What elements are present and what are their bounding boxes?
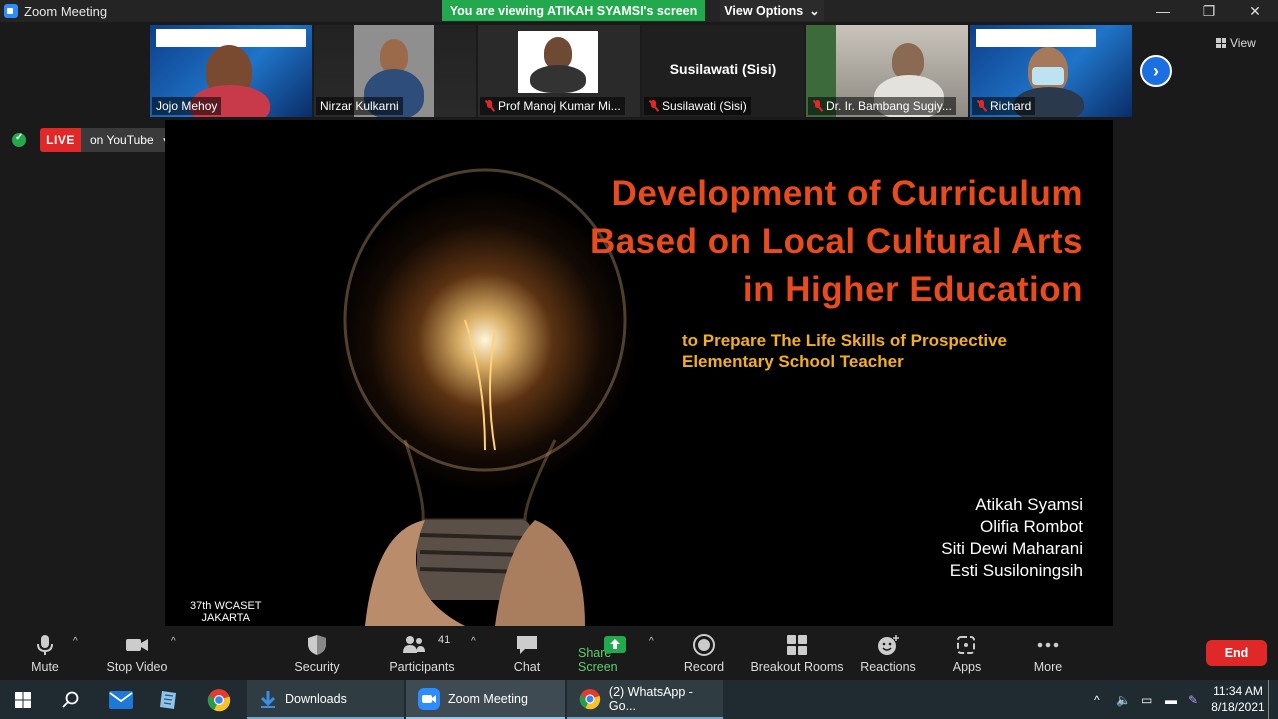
- minimize-icon[interactable]: —: [1140, 0, 1186, 22]
- pen-icon[interactable]: ✎: [1188, 680, 1208, 719]
- chat-bubble-icon: [517, 636, 537, 654]
- breakout-rooms-icon: [787, 635, 807, 655]
- share-screen-icon: [604, 636, 626, 653]
- mic-muted-icon: [976, 100, 987, 112]
- speaker-icon[interactable]: 🔈: [1116, 680, 1136, 719]
- search-icon[interactable]: [48, 680, 94, 719]
- view-button[interactable]: View: [1216, 33, 1270, 53]
- next-page-arrow-icon[interactable]: ›: [1140, 55, 1172, 87]
- zoom-app-icon: [418, 687, 440, 710]
- network-icon[interactable]: ▭: [1141, 680, 1161, 719]
- shared-screen: Development of Curriculum Based on Local…: [165, 120, 1113, 626]
- participant-strip: Jojo Mehoy Nirzar Kulkarni Prof Manoj Ku…: [150, 25, 1132, 117]
- slide-title: Development of Curriculum Based on Local…: [589, 174, 1083, 309]
- breakout-rooms-button[interactable]: Breakout Rooms: [750, 628, 844, 680]
- live-badge[interactable]: LIVE: [40, 128, 81, 152]
- close-icon[interactable]: ✕: [1232, 0, 1278, 22]
- show-desktop-button[interactable]: [1268, 680, 1276, 719]
- restore-icon[interactable]: ❐: [1186, 0, 1232, 22]
- apps-button[interactable]: Apps: [944, 628, 990, 680]
- participant-name: Jojo Mehoy: [152, 97, 222, 115]
- battery-icon[interactable]: ▬: [1165, 680, 1185, 719]
- video-camera-icon: [126, 639, 148, 651]
- chat-button[interactable]: Chat: [505, 628, 549, 680]
- taskbar-whatsapp-chrome[interactable]: (2) WhatsApp - Go...: [567, 680, 723, 719]
- apps-icon: [957, 636, 975, 654]
- participant-tile[interactable]: Richard: [970, 25, 1132, 117]
- participant-tile[interactable]: Dr. Ir. Bambang Sugiy...: [806, 25, 968, 117]
- security-shield-icon: [12, 132, 26, 147]
- smiley-icon: [878, 635, 899, 655]
- participant-tile[interactable]: Prof Manoj Kumar Mi...: [478, 25, 640, 117]
- caret-up-icon[interactable]: ^: [649, 636, 654, 647]
- participant-tile[interactable]: Nirzar Kulkarni: [314, 25, 476, 117]
- download-arrow-icon: [260, 690, 276, 708]
- record-button[interactable]: Record: [680, 628, 728, 680]
- participants-count: 41: [438, 634, 451, 646]
- mic-muted-icon: [648, 100, 659, 112]
- participant-tile[interactable]: Susilawati (Sisi) Susilawati (Sisi): [642, 25, 804, 117]
- slide-subtitle: to Prepare The Life Skills of Prospectiv…: [682, 331, 1007, 371]
- viewing-screen-banner: You are viewing ATIKAH SYAMSI's screen: [442, 0, 705, 21]
- record-icon: [693, 634, 715, 656]
- participant-tile[interactable]: Jojo Mehoy: [150, 25, 312, 117]
- gallery-grid-icon: [1216, 38, 1226, 48]
- mute-button[interactable]: Mute: [20, 628, 70, 680]
- chrome-icon[interactable]: [196, 680, 242, 719]
- more-dots-icon: [1037, 642, 1059, 648]
- chevron-up-icon[interactable]: ^: [1094, 680, 1110, 719]
- more-button[interactable]: More: [1026, 628, 1070, 680]
- participant-name: Dr. Ir. Bambang Sugiy...: [808, 97, 956, 115]
- chrome-icon: [579, 688, 601, 709]
- face-mask: [1032, 67, 1064, 85]
- participant-name: Susilawati (Sisi): [644, 97, 751, 115]
- zoom-app-icon: [4, 4, 18, 18]
- participant-name: Richard: [972, 97, 1036, 115]
- taskbar-zoom-meeting[interactable]: Zoom Meeting: [406, 680, 565, 719]
- security-button[interactable]: Security: [290, 628, 344, 680]
- participant-name: Nirzar Kulkarni: [316, 97, 403, 115]
- windows-taskbar: Downloads Zoom Meeting (2) WhatsApp - Go…: [0, 680, 1278, 719]
- taskbar-downloads[interactable]: Downloads: [247, 680, 404, 719]
- participant-name: Prof Manoj Kumar Mi...: [480, 97, 625, 115]
- reactions-button[interactable]: Reactions: [858, 628, 918, 680]
- mic-muted-icon: [484, 100, 495, 112]
- slide-authors: Atikah Syamsi Olifia Rombot Siti Dewi Ma…: [941, 495, 1083, 580]
- view-options-button[interactable]: View Options ⌄: [720, 0, 824, 21]
- person-image: [892, 43, 924, 79]
- window-title: Zoom Meeting: [24, 3, 108, 19]
- shield-icon: [308, 635, 326, 655]
- participants-button[interactable]: 41 Participants: [388, 628, 456, 680]
- participant-display-name: Susilawati (Sisi): [669, 61, 777, 77]
- mail-icon[interactable]: [98, 680, 144, 719]
- conference-banner-image: [976, 29, 1096, 47]
- conference-label: 37th WCASET JAKARTA: [190, 600, 262, 624]
- caret-up-icon[interactable]: ^: [73, 636, 78, 647]
- person-image: [380, 39, 408, 73]
- participants-icon: [403, 636, 425, 653]
- stop-video-button[interactable]: Stop Video: [102, 628, 172, 680]
- share-screen-button[interactable]: Share Screen: [578, 628, 652, 680]
- start-button[interactable]: [0, 680, 46, 719]
- caret-up-icon[interactable]: ^: [171, 636, 176, 647]
- view-options-label: View Options: [724, 3, 804, 18]
- microphone-icon: [37, 635, 53, 655]
- meeting-toolbar: Mute ^ Stop Video ^ Security 41 Particip…: [0, 628, 1278, 680]
- end-meeting-button[interactable]: End: [1206, 640, 1267, 666]
- notes-app-icon[interactable]: [146, 680, 192, 719]
- mic-muted-icon: [812, 100, 823, 112]
- chevron-down-icon: ⌄: [809, 4, 820, 18]
- taskbar-clock[interactable]: 11:34 AM 8/18/2021: [1210, 683, 1266, 715]
- live-platform-dropdown[interactable]: on YouTube ▼: [81, 128, 173, 152]
- caret-up-icon[interactable]: ^: [471, 636, 476, 647]
- windows-logo-icon: [15, 691, 31, 708]
